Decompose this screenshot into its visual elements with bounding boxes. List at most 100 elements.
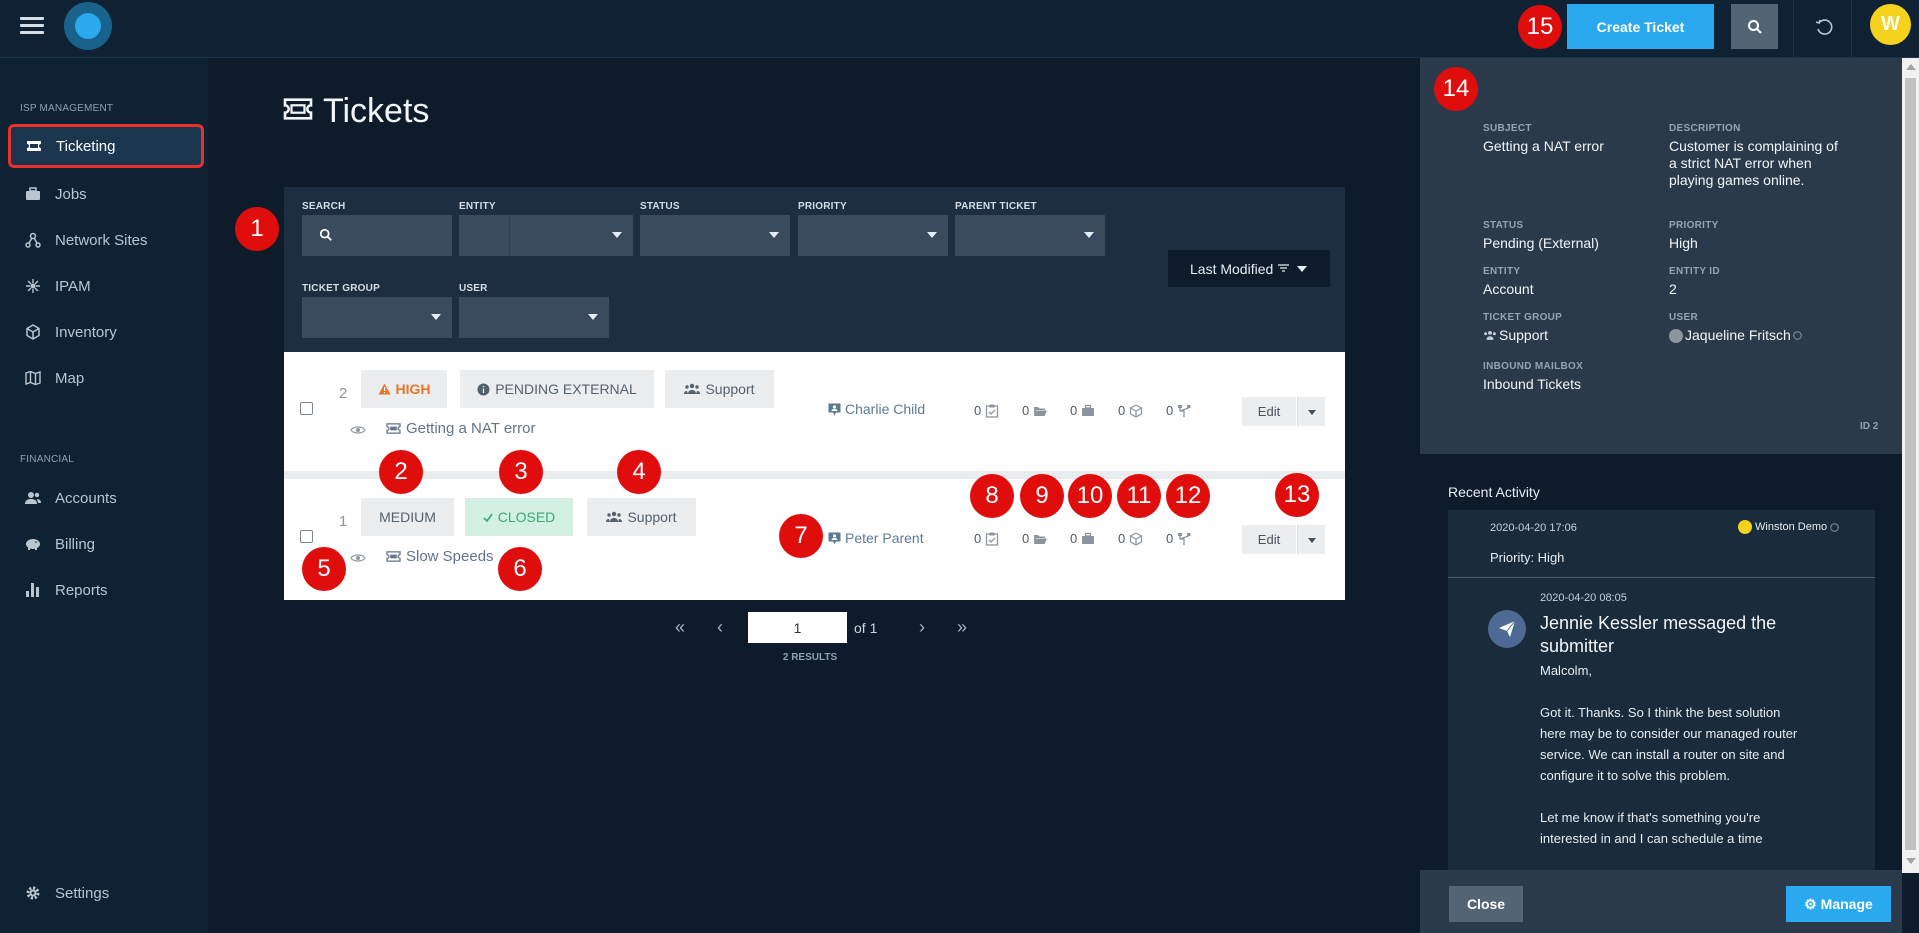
scrollbar-thumb[interactable] — [1905, 78, 1916, 850]
status-badge[interactable]: CLOSED — [465, 498, 573, 536]
priority-badge[interactable]: MEDIUM — [361, 498, 454, 536]
files-count[interactable]: 0 — [1022, 531, 1070, 546]
sitemap-icon — [1178, 404, 1191, 417]
group-icon — [684, 383, 701, 394]
sidebar-item-network-sites[interactable]: Network Sites — [0, 218, 208, 262]
scrollbar[interactable] — [1902, 58, 1919, 873]
inventory-count[interactable]: 0 — [1118, 531, 1166, 546]
ticket-group-select[interactable] — [302, 297, 452, 338]
eye-icon[interactable] — [350, 552, 366, 564]
description-value: Customer is complaining of a strict NAT … — [1669, 138, 1838, 188]
scroll-up-icon[interactable] — [1906, 64, 1916, 70]
filter-label-status: STATUS — [640, 201, 680, 212]
last-page-button[interactable]: » — [942, 612, 982, 643]
group-badge[interactable]: Support — [587, 498, 696, 536]
edit-button[interactable]: Edit — [1242, 397, 1296, 426]
sidebar-item-map[interactable]: Map — [0, 356, 208, 400]
ticket-counts: 0 0 0 0 0 — [974, 531, 1214, 546]
users-icon — [22, 491, 44, 505]
sitemap-icon — [1178, 532, 1191, 545]
ticket-subject: Getting a NAT error — [406, 420, 536, 437]
sort-dropdown[interactable]: Last Modified — [1168, 250, 1330, 287]
mailbox-value: Inbound Tickets — [1483, 376, 1582, 392]
edit-dropdown-toggle[interactable] — [1297, 397, 1325, 426]
annotation-marker: 4 — [617, 450, 661, 494]
tickets-tree-count[interactable]: 0 — [1166, 531, 1214, 546]
files-count[interactable]: 0 — [1022, 403, 1070, 418]
next-page-button[interactable]: › — [902, 612, 942, 643]
subject-label: SUBJECT — [1483, 123, 1532, 134]
divider — [1793, 0, 1794, 58]
group-icon — [606, 511, 623, 522]
sidebar-item-reports[interactable]: Reports — [0, 568, 208, 612]
priority-badge[interactable]: HIGH — [361, 370, 447, 408]
first-page-button[interactable]: « — [660, 612, 700, 643]
app-logo[interactable] — [64, 2, 112, 50]
sidebar-item-label: Accounts — [55, 489, 117, 507]
ticket-subject-link[interactable]: Slow Speeds — [386, 548, 494, 565]
sidebar-item-billing[interactable]: Billing — [0, 522, 208, 566]
edit-dropdown-toggle[interactable] — [1297, 525, 1325, 554]
search-button[interactable] — [1731, 4, 1778, 49]
sidebar-item-ticketing[interactable]: Ticketing — [8, 124, 204, 168]
page-total: of 1 — [854, 619, 878, 636]
row-checkbox[interactable] — [300, 402, 313, 415]
entity-select[interactable] — [459, 215, 633, 256]
contact-card-icon — [828, 532, 841, 544]
sidebar-item-label: Ticketing — [56, 137, 116, 155]
sidebar-item-inventory[interactable]: Inventory — [0, 310, 208, 354]
jobs-count[interactable]: 0 — [1070, 531, 1118, 546]
group-badge[interactable]: Support — [665, 370, 774, 408]
ticket-icon — [283, 92, 313, 131]
activity-greeting: Malcolm, — [1540, 663, 1593, 678]
inventory-count[interactable]: 0 — [1118, 403, 1166, 418]
scroll-down-icon[interactable] — [1906, 858, 1916, 864]
sidebar-item-settings[interactable]: Settings — [0, 871, 208, 915]
annotation-marker: 10 — [1068, 474, 1112, 518]
user-avatar[interactable]: W — [1870, 4, 1911, 45]
user-select[interactable] — [459, 297, 609, 338]
priority-select[interactable] — [798, 215, 948, 256]
history-icon[interactable] — [1814, 17, 1834, 37]
page-number-input[interactable] — [748, 612, 847, 643]
piggy-bank-icon — [22, 537, 44, 551]
warning-icon — [378, 383, 390, 395]
clipboard-check-icon — [986, 532, 999, 546]
jobs-count[interactable]: 0 — [1070, 403, 1118, 418]
sidebar-item-jobs[interactable]: Jobs — [0, 172, 208, 216]
sidebar-item-label: Jobs — [55, 185, 87, 203]
sidebar-item-accounts[interactable]: Accounts — [0, 476, 208, 520]
create-ticket-button[interactable]: Create Ticket — [1567, 4, 1714, 49]
tasks-count[interactable]: 0 — [974, 403, 1022, 418]
filter-label-search: SEARCH — [302, 201, 346, 212]
row-checkbox[interactable] — [300, 530, 313, 543]
sidebar-item-label: IPAM — [55, 277, 91, 295]
sidebar-item-ipam[interactable]: IPAM — [0, 264, 208, 308]
status-select[interactable] — [640, 215, 790, 256]
page-title: Tickets — [283, 92, 429, 131]
edit-button[interactable]: Edit — [1242, 525, 1296, 554]
eye-icon[interactable] — [350, 424, 366, 436]
manage-button[interactable]: ⚙ Manage — [1786, 886, 1891, 922]
tasks-count[interactable]: 0 — [974, 531, 1022, 546]
status-badge[interactable]: PENDING EXTERNAL — [460, 370, 654, 408]
close-button[interactable]: Close — [1449, 886, 1523, 922]
table-row[interactable]: 2 HIGH PENDING EXTERNAL Support Getting … — [284, 352, 1345, 479]
section-label-financial: FINANCIAL — [20, 454, 75, 465]
briefcase-icon — [1082, 404, 1095, 416]
cube-icon — [1130, 531, 1143, 546]
search-input[interactable] — [302, 215, 452, 256]
annotation-marker: 15 — [1518, 5, 1562, 49]
contact-link[interactable]: Peter Parent — [828, 530, 924, 546]
contact-link[interactable]: Charlie Child — [828, 401, 925, 417]
activity-user[interactable]: Winston Demo — [1738, 520, 1839, 534]
user-value[interactable]: Jaqueline Fritsch — [1669, 327, 1802, 344]
parent-ticket-select[interactable] — [955, 215, 1105, 256]
sort-icon — [1278, 263, 1290, 272]
ipam-icon — [22, 278, 44, 294]
prev-page-button[interactable]: ‹ — [700, 612, 740, 643]
tickets-tree-count[interactable]: 0 — [1166, 403, 1214, 418]
priority-value: High — [1669, 235, 1698, 251]
ticket-subject-link[interactable]: Getting a NAT error — [386, 420, 536, 437]
hamburger-menu-icon[interactable] — [20, 14, 44, 36]
